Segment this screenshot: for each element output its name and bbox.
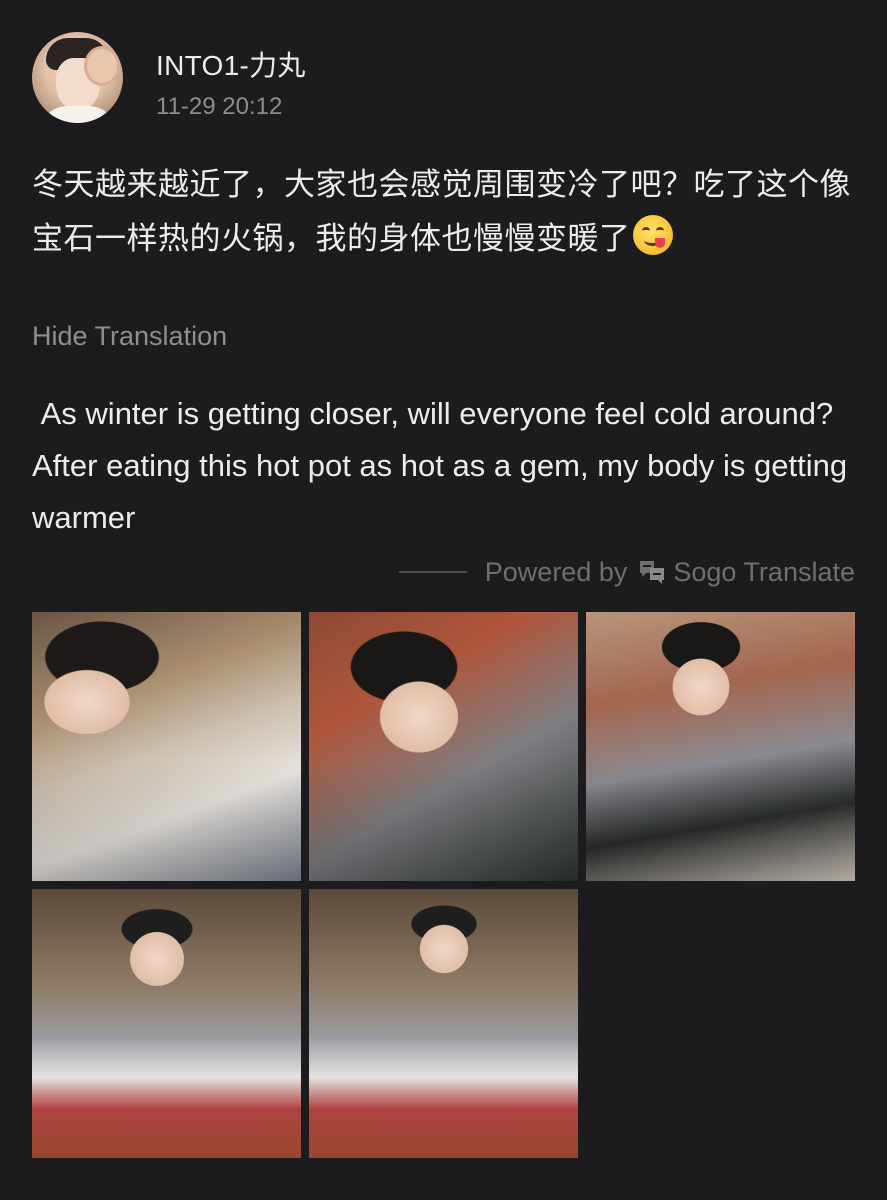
- photo-shade: [32, 889, 301, 1158]
- avatar-shirt: [38, 106, 118, 123]
- post-photo-4[interactable]: [32, 889, 301, 1158]
- translation-attribution: Powered by Sogo Translate: [398, 554, 855, 590]
- post-photo-2[interactable]: [309, 612, 578, 881]
- emoji-mouth: [643, 235, 662, 246]
- hide-translation-button[interactable]: Hide Translation: [32, 321, 227, 352]
- translated-text: As winter is getting closer, will everyo…: [32, 396, 856, 535]
- avatar[interactable]: [32, 32, 123, 123]
- post-timestamp: 11-29 20:12: [156, 93, 283, 120]
- photo-shade: [309, 612, 578, 881]
- powered-by-label: Powered by: [484, 556, 628, 587]
- photo-shade: [32, 612, 301, 881]
- photo-grid: [32, 612, 855, 1158]
- post-photo-1[interactable]: [32, 612, 301, 881]
- post-photo-3[interactable]: [586, 612, 855, 881]
- post-body: 冬天越来越近了，大家也会感觉周围变冷了吧？吃了这个像宝石一样热的火锅，我的身体也…: [32, 167, 851, 257]
- avatar-hand: [84, 46, 120, 86]
- photo-shade: [309, 889, 578, 1158]
- divider-line: [398, 571, 467, 573]
- username[interactable]: INTO1-力丸: [156, 44, 306, 84]
- translator-name: Sogo Translate: [673, 556, 855, 587]
- emoji-eye: [655, 227, 664, 234]
- photo-shade: [586, 612, 855, 881]
- sogo-translate-icon: [640, 561, 665, 584]
- savoring-food-emoji-icon: [632, 215, 673, 255]
- post-text: 冬天越来越近了，大家也会感觉周围变冷了吧？吃了这个像宝石一样热的火锅，我的身体也…: [32, 158, 857, 266]
- post-photo-5[interactable]: [309, 889, 578, 1158]
